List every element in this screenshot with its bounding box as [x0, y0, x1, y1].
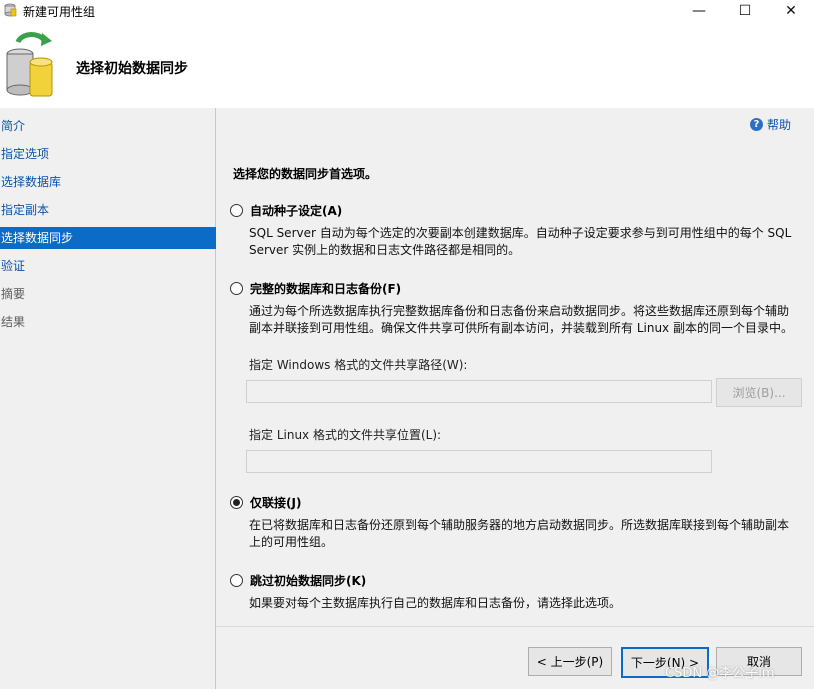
- description-line: Server 实例上的数据和日志文件路径都是相同的。: [249, 243, 521, 257]
- help-icon: ?: [750, 118, 763, 131]
- close-icon: ✕: [785, 3, 797, 19]
- description-line: 副本并联接到可用性组。确保文件共享可供所有副本访问，并装载到所有 Linux 副…: [249, 321, 793, 335]
- option-skip-sync-description: 如果要对每个主数据库执行自己的数据库和日志备份，请选择此选项。: [249, 595, 799, 612]
- help-link[interactable]: ? 帮助: [750, 116, 791, 133]
- sidebar-item-specify-replicas[interactable]: 指定副本: [0, 199, 216, 221]
- windows-path-label: 指定 Windows 格式的文件共享路径(W):: [249, 358, 468, 372]
- description-line: 上的可用性组。: [249, 535, 334, 549]
- radio-join-only[interactable]: [230, 496, 243, 509]
- option-full-backup-label: 完整的数据库和日志备份(F): [250, 282, 402, 296]
- minimize-icon: —: [692, 3, 706, 19]
- browse-button[interactable]: 浏览(B)...: [716, 378, 802, 407]
- sidebar-item-summary: 摘要: [1, 287, 26, 301]
- option-skip-sync[interactable]: 跳过初始数据同步(K): [230, 572, 366, 589]
- sidebar-item-intro[interactable]: 简介: [0, 115, 216, 137]
- help-label: 帮助: [767, 118, 792, 132]
- sidebar: 简介 指定选项 选择数据库 指定副本 选择数据同步 验证 摘要 结果: [0, 108, 216, 689]
- option-automatic-seeding[interactable]: 自动种子设定(A): [230, 202, 342, 219]
- option-full-backup-description: 通过为每个所选数据库执行完整数据库备份和日志备份来启动数据同步。将这些数据库还原…: [249, 303, 799, 337]
- linux-path-label: 指定 Linux 格式的文件共享位置(L):: [249, 428, 442, 442]
- description-line: 如果要对每个主数据库执行自己的数据库和日志备份，请选择此选项。: [249, 596, 622, 610]
- option-automatic-seeding-description: SQL Server 自动为每个选定的次要副本创建数据库。自动种子设定要求参与到…: [249, 225, 799, 259]
- option-join-only-description: 在已将数据库和日志备份还原到每个辅助服务器的地方启动数据同步。所选数据库联接到每…: [249, 517, 799, 551]
- sidebar-item-validation[interactable]: 验证: [0, 255, 216, 277]
- description-line: SQL Server 自动为每个选定的次要副本创建数据库。自动种子设定要求参与到…: [249, 226, 792, 240]
- sidebar-item-select-databases[interactable]: 选择数据库: [0, 171, 216, 193]
- previous-button[interactable]: < 上一步(P): [528, 647, 612, 676]
- description-line: 在已将数据库和日志备份还原到每个辅助服务器的地方启动数据同步。所选数据库联接到每…: [249, 518, 790, 532]
- footer-divider: [216, 626, 814, 627]
- option-automatic-seeding-label: 自动种子设定(A): [250, 204, 343, 218]
- description-line: 通过为每个所选数据库执行完整数据库备份和日志备份来启动数据同步。将这些数据库还原…: [249, 304, 790, 318]
- radio-automatic-seeding[interactable]: [230, 204, 243, 217]
- option-skip-sync-label: 跳过初始数据同步(K): [250, 574, 367, 588]
- sidebar-item-data-sync[interactable]: 选择数据同步: [0, 227, 216, 249]
- option-join-only[interactable]: 仅联接(J): [230, 494, 301, 511]
- app-icon: [4, 3, 17, 17]
- radio-full-backup[interactable]: [230, 282, 243, 295]
- window-title: 新建可用性组: [23, 5, 96, 19]
- linux-path-input[interactable]: [246, 450, 712, 473]
- maximize-button[interactable]: ☐: [722, 0, 768, 22]
- close-button[interactable]: ✕: [768, 0, 814, 22]
- sidebar-item-specify-options[interactable]: 指定选项: [0, 143, 216, 165]
- radio-skip-sync[interactable]: [230, 574, 243, 587]
- page-title: 选择初始数据同步: [76, 61, 188, 77]
- title-bar: 新建可用性组 — ☐ ✕: [0, 0, 814, 22]
- option-join-only-label: 仅联接(J): [250, 496, 302, 510]
- database-sync-icon: [6, 32, 53, 97]
- watermark: CSDN @李公子lm: [665, 666, 775, 681]
- windows-path-input[interactable]: [246, 380, 712, 403]
- option-full-backup[interactable]: 完整的数据库和日志备份(F): [230, 280, 401, 297]
- section-title: 选择您的数据同步首选项。: [233, 167, 378, 181]
- minimize-button[interactable]: —: [676, 0, 722, 22]
- maximize-icon: ☐: [738, 3, 752, 19]
- sidebar-item-results: 结果: [1, 315, 26, 329]
